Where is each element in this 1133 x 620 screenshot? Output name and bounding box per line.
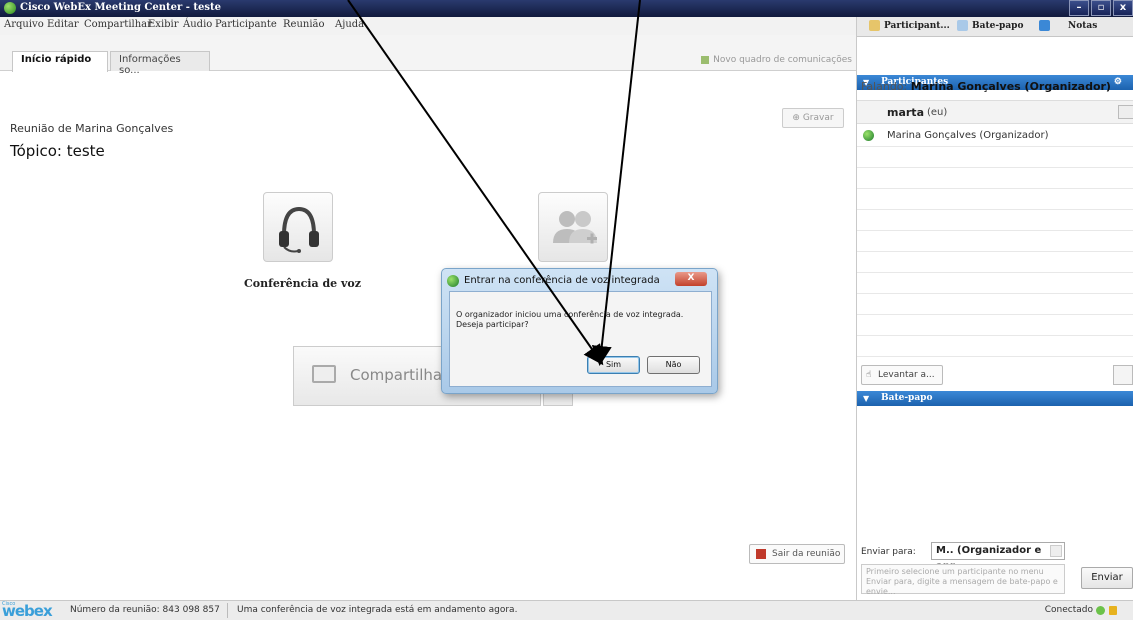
meeting-number: Número da reunião: 843 098 857 xyxy=(70,605,220,615)
window-title: Cisco WebEx Meeting Center - teste xyxy=(20,2,221,13)
status-divider xyxy=(227,603,228,618)
raise-hand-button[interactable]: ☝ Levantar a... xyxy=(861,365,943,385)
whiteboard-icon xyxy=(701,55,710,64)
speaking-indicator: Falando: Marina Gonçalves (Organizador) xyxy=(861,80,1111,93)
lock-icon xyxy=(1109,606,1117,615)
dialog-body: O organizador iniciou uma conferência de… xyxy=(449,291,712,387)
empty-participant-row xyxy=(857,273,1133,294)
menu-reuniao[interactable]: Reunião xyxy=(283,19,325,30)
voice-conference-tile[interactable] xyxy=(263,192,333,262)
participants-tab-icon xyxy=(869,20,880,31)
participant-name: Marina Gonçalves (Organizador) xyxy=(887,130,1049,141)
status-bar: Cisco webex Número da reunião: 843 098 8… xyxy=(0,600,1133,620)
speaking-name: Marina Gonçalves (Organizador) xyxy=(910,80,1111,93)
record-button[interactable]: ⊕ Gravar xyxy=(782,108,844,128)
tab-chat[interactable]: Bate-papo xyxy=(957,20,1023,31)
me-suffix: (eu) xyxy=(927,107,948,118)
title-bar: Cisco WebEx Meeting Center - teste – ▫ x xyxy=(0,0,1133,17)
video-camera-icon[interactable] xyxy=(1118,105,1133,119)
dialog-message: O organizador iniciou uma conferência de… xyxy=(456,310,684,329)
chevron-down-icon xyxy=(1050,545,1062,557)
menu-exibir[interactable]: Exibir xyxy=(148,19,179,30)
chat-header-title: Bate-papo xyxy=(881,393,933,403)
menu-participante[interactable]: Participante xyxy=(215,19,277,30)
new-whiteboard-label: Novo quadro de comunicações xyxy=(713,55,852,65)
dialog-title: Entrar na conferência de voz integrada xyxy=(464,275,660,286)
settings-gear-icon[interactable]: ⚙ xyxy=(1114,75,1122,90)
tab-notes-label: Notas xyxy=(1068,21,1098,31)
webex-logo: webex xyxy=(2,602,53,620)
monitor-icon xyxy=(312,365,336,383)
tab-notes[interactable]: Notas xyxy=(1039,20,1097,31)
panel-tab-bar: Participant... Bate-papo Notas xyxy=(857,17,1133,37)
leave-meeting-button[interactable]: Sair da reunião xyxy=(749,544,845,564)
menu-audio[interactable]: Áudio xyxy=(183,19,212,30)
tab-chat-label: Bate-papo xyxy=(972,21,1024,31)
record-icon: ⊕ xyxy=(792,113,803,123)
collapse-arrow-icon: ▼ xyxy=(863,393,870,403)
my-participant-row[interactable]: marta (eu) xyxy=(857,100,1133,124)
chat-history xyxy=(857,407,1133,537)
yes-button[interactable]: Sim xyxy=(587,356,640,374)
menu-arquivo[interactable]: Arquivo xyxy=(4,19,44,30)
notes-tab-icon xyxy=(1039,20,1050,31)
menu-compartilhar[interactable]: Compartilhar xyxy=(84,19,152,30)
minimize-button[interactable]: – xyxy=(1069,0,1089,16)
voice-conference-label: Conferência de voz xyxy=(244,277,361,290)
chat-panel-header[interactable]: ▼ Bate-papo xyxy=(857,391,1133,406)
tab-quick-start[interactable]: Início rápido xyxy=(12,51,108,72)
chat-tab-icon xyxy=(957,20,968,31)
empty-participant-row xyxy=(857,315,1133,336)
tab-meeting-info[interactable]: Informações so... xyxy=(110,51,210,76)
empty-participant-row xyxy=(857,147,1133,168)
side-panel: Participant... Bate-papo Notas ▼ Partici… xyxy=(856,17,1133,600)
menu-editar[interactable]: Editar xyxy=(47,19,79,30)
window-controls: – ▫ x xyxy=(1067,0,1133,17)
meeting-topic: Tópico: teste xyxy=(10,142,105,160)
connection-status-icon xyxy=(1096,606,1105,615)
share-button-label: Compartilhar xyxy=(350,366,449,384)
chat-message-input[interactable]: Primeiro selecione um participante no me… xyxy=(861,564,1065,596)
webex-app-icon xyxy=(4,2,16,14)
empty-participant-row xyxy=(857,231,1133,252)
empty-participant-row xyxy=(857,252,1133,273)
no-button[interactable]: Não xyxy=(647,356,700,374)
empty-participant-row xyxy=(857,189,1133,210)
my-name: marta xyxy=(887,106,924,119)
close-window-button[interactable]: x xyxy=(1113,0,1133,16)
maximize-button[interactable]: ▫ xyxy=(1091,0,1111,16)
webex-dialog-icon xyxy=(447,275,459,287)
empty-participant-row xyxy=(857,336,1133,357)
empty-participant-row xyxy=(857,210,1133,231)
menu-ajuda[interactable]: Ajuda xyxy=(335,19,364,30)
send-to-label: Enviar para: xyxy=(861,547,916,557)
send-chat-button[interactable]: Enviar xyxy=(1081,567,1133,589)
headset-icon xyxy=(279,206,319,253)
connection-status: Conectado xyxy=(1044,605,1093,615)
raise-hand-label: Levantar a... xyxy=(878,370,935,380)
participant-row[interactable]: Marina Gonçalves (Organizador) xyxy=(857,126,1133,147)
empty-participant-row xyxy=(857,168,1133,189)
content-tab-strip: Início rápido Informações so... Novo qua… xyxy=(0,35,856,76)
leave-meeting-label: Sair da reunião xyxy=(772,549,841,559)
join-voice-dialog: Entrar na conferência de voz integrada X… xyxy=(441,268,718,394)
meeting-name: Reunião de Marina Gonçalves xyxy=(10,122,174,135)
meeting-content-pane: Início rápido Informações so... Novo qua… xyxy=(0,35,856,600)
invite-participants-tile[interactable] xyxy=(538,192,608,262)
list-view-button[interactable] xyxy=(1113,365,1133,385)
send-to-select[interactable]: M.. (Organizador e apr... xyxy=(931,542,1065,572)
tab-participants-label: Participant... xyxy=(884,21,950,31)
tab-participants[interactable]: Participant... xyxy=(869,20,950,31)
new-whiteboard-button[interactable]: Novo quadro de comunicações xyxy=(701,55,852,65)
speaking-label: Falando: xyxy=(861,80,908,93)
people-add-icon xyxy=(553,211,597,244)
record-label: Gravar xyxy=(802,113,834,123)
participant-status-icon xyxy=(863,130,874,141)
hand-icon: ☝ xyxy=(866,370,872,380)
empty-participant-row xyxy=(857,294,1133,315)
voice-status-text: Uma conferência de voz integrada está em… xyxy=(237,605,518,615)
exit-icon xyxy=(756,549,766,559)
dialog-close-button[interactable]: X xyxy=(675,272,707,286)
